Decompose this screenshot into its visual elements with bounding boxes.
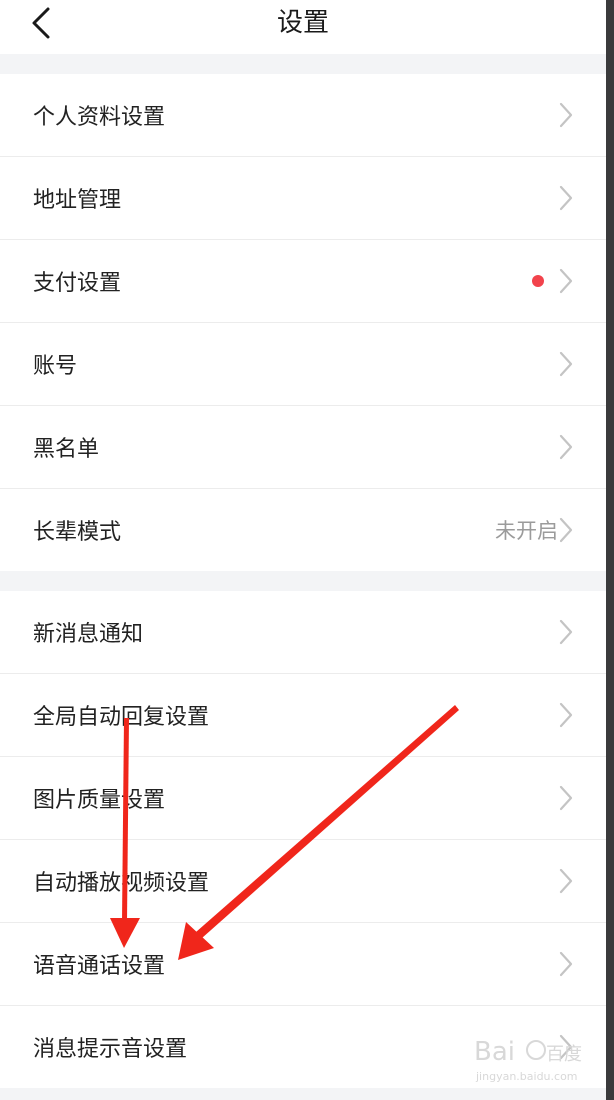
settings-item-label: 账号 — [33, 354, 78, 379]
settings-item-label: 支付设置 — [33, 271, 122, 296]
chevron-right-icon — [559, 702, 573, 728]
settings-group-messages: 新消息通知 全局自动回复设置 图片质量设置 自动播放视频设置 语音通话设置 消息… — [0, 591, 606, 1088]
settings-item-label: 消息提示音设置 — [33, 1037, 188, 1062]
watermark-site: jingyan.baidu.com — [475, 1070, 578, 1083]
chevron-right-icon — [559, 185, 573, 211]
nav-bar: 设置 — [0, 0, 606, 54]
settings-item-label: 全局自动回复设置 — [33, 705, 210, 730]
settings-item-label: 语音通话设置 — [33, 954, 166, 979]
settings-item-label: 图片质量设置 — [33, 788, 166, 813]
settings-item-label: 黑名单 — [33, 437, 100, 462]
paw-icon — [526, 1040, 546, 1060]
chevron-right-icon — [559, 268, 573, 294]
section-gap — [0, 571, 606, 591]
settings-group-account: 个人资料设置 地址管理 支付设置 账号 黑名单 长辈模式 未开启 — [0, 74, 606, 571]
settings-item-auto-reply[interactable]: 全局自动回复设置 — [0, 674, 606, 757]
watermark-brand-cn: 百度 — [546, 1044, 582, 1065]
settings-item-voice-call[interactable]: 语音通话设置 — [0, 923, 606, 1006]
settings-item-address[interactable]: 地址管理 — [0, 157, 606, 240]
settings-item-blacklist[interactable]: 黑名单 — [0, 406, 606, 489]
chevron-right-icon — [559, 434, 573, 460]
chevron-right-icon — [559, 785, 573, 811]
settings-item-profile[interactable]: 个人资料设置 — [0, 74, 606, 157]
watermark-brand: Bai — [474, 1037, 515, 1067]
settings-item-payment[interactable]: 支付设置 — [0, 240, 606, 323]
settings-item-autoplay-video[interactable]: 自动播放视频设置 — [0, 840, 606, 923]
settings-item-account[interactable]: 账号 — [0, 323, 606, 406]
chevron-right-icon — [559, 351, 573, 377]
settings-item-label: 长辈模式 — [33, 520, 122, 545]
chevron-right-icon — [559, 619, 573, 645]
settings-item-image-quality[interactable]: 图片质量设置 — [0, 757, 606, 840]
settings-item-label: 新消息通知 — [33, 622, 144, 647]
page-title: 设置 — [276, 8, 329, 38]
notification-dot — [532, 275, 544, 287]
section-gap — [0, 54, 606, 74]
settings-item-label: 地址管理 — [33, 188, 122, 213]
settings-item-value: 未开启 — [495, 519, 558, 543]
chevron-right-icon — [559, 517, 573, 543]
settings-item-label: 自动播放视频设置 — [33, 871, 210, 896]
settings-item-label: 个人资料设置 — [33, 105, 166, 130]
chevron-right-icon — [559, 868, 573, 894]
settings-item-elder-mode[interactable]: 长辈模式 未开启 — [0, 489, 606, 571]
screen-edge — [606, 0, 614, 1100]
settings-page: 设置 个人资料设置 地址管理 支付设置 账号 黑名单 长辈模式 未开启 新消息通… — [0, 0, 606, 1100]
chevron-right-icon — [559, 102, 573, 128]
baidu-watermark: Bai 百度 jingyan.baidu.com — [474, 1037, 582, 1083]
settings-item-new-message-notify[interactable]: 新消息通知 — [0, 591, 606, 674]
chevron-right-icon — [559, 951, 573, 977]
